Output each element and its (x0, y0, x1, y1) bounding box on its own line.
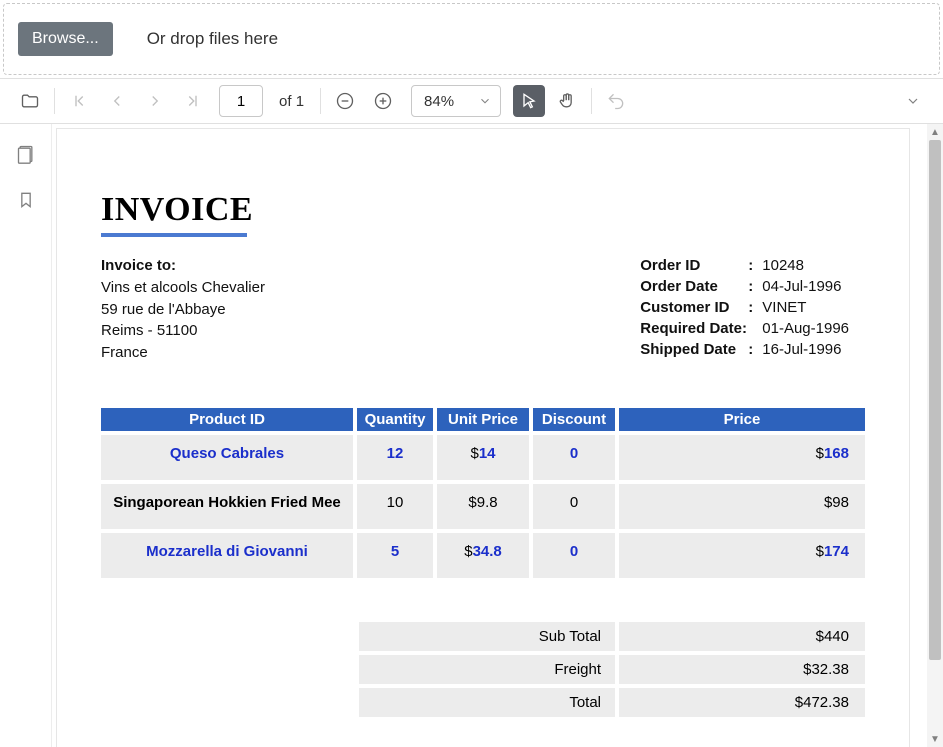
side-panel (0, 124, 52, 747)
subtotal-value: $440 (615, 622, 865, 651)
shipped-date-value: 16-Jul-1996 (762, 339, 841, 360)
bill-to-street: 59 rue de l'Abbaye (101, 299, 265, 321)
table-row: Singaporean Hokkien Fried Mee10$9.80$98 (101, 480, 865, 529)
browse-button[interactable]: Browse... (18, 22, 113, 56)
scroll-thumb[interactable] (929, 140, 941, 660)
bill-to-name: Vins et alcools Chevalier (101, 277, 265, 299)
viewer-toolbar: of 1 84% (0, 78, 943, 124)
page-number-input[interactable] (219, 85, 263, 117)
next-page-icon[interactable] (139, 85, 171, 117)
chevron-down-icon (478, 94, 492, 108)
customer-id-label: Customer ID (640, 297, 748, 318)
bill-to-city: Reims - 51100 (101, 320, 265, 342)
separator (320, 88, 321, 114)
order-date-value: 04-Jul-1996 (762, 276, 841, 297)
cell-unit-price: $34.8 (437, 529, 533, 578)
cell-unit-price: $9.8 (437, 480, 533, 529)
separator (54, 88, 55, 114)
cell-product-id: Singaporean Hokkien Fried Mee (101, 480, 357, 529)
totals-block: Sub Total$440 Freight$32.38 Total$472.38 (359, 618, 865, 717)
thumbnails-icon[interactable] (16, 144, 36, 164)
main-area: INVOICE Invoice to: Vins et alcools Chev… (0, 124, 943, 747)
title-underline (101, 233, 247, 237)
zoom-dropdown[interactable]: 84% (411, 85, 501, 117)
table-row: Queso Cabrales12$140$168 (101, 431, 865, 480)
zoom-value: 84% (424, 93, 454, 110)
order-id-label: Order ID (640, 255, 748, 276)
col-price: Price (619, 408, 865, 431)
bill-to-block: Invoice to: Vins et alcools Chevalier 59… (101, 255, 265, 364)
cell-price: $98 (619, 480, 865, 529)
shipped-date-label: Shipped Date (640, 339, 748, 360)
cell-quantity: 10 (357, 480, 437, 529)
order-date-label: Order Date (640, 276, 748, 297)
col-discount: Discount (533, 408, 619, 431)
table-row: Mozzarella di Giovanni5$34.80$174 (101, 529, 865, 578)
freight-label: Freight (359, 655, 615, 684)
cell-discount: 0 (533, 431, 619, 480)
file-dropzone[interactable]: Browse... Or drop files here (3, 3, 940, 75)
required-date-value: 01-Aug-1996 (762, 318, 849, 339)
line-items-table: Product ID Quantity Unit Price Discount … (101, 408, 865, 578)
first-page-icon[interactable] (63, 85, 95, 117)
cell-discount: 0 (533, 529, 619, 578)
zoom-out-icon[interactable] (329, 85, 361, 117)
document-viewer[interactable]: INVOICE Invoice to: Vins et alcools Chev… (52, 124, 943, 747)
prev-page-icon[interactable] (101, 85, 133, 117)
vertical-scrollbar[interactable]: ▲ ▼ (927, 124, 943, 747)
cell-price: $168 (619, 431, 865, 480)
cell-quantity: 5 (357, 529, 437, 578)
page-total-prefix: of (279, 93, 292, 110)
cell-product-id: Queso Cabrales (101, 431, 357, 480)
invoice-page: INVOICE Invoice to: Vins et alcools Chev… (56, 128, 910, 747)
selection-tool-icon[interactable] (513, 85, 545, 117)
freight-value: $32.38 (615, 655, 865, 684)
invoice-title: INVOICE (101, 191, 909, 229)
total-value: $472.38 (615, 688, 865, 717)
order-meta-block: Order ID:10248 Order Date:04-Jul-1996 Cu… (640, 255, 849, 364)
last-page-icon[interactable] (177, 85, 209, 117)
col-unit-price: Unit Price (437, 408, 533, 431)
undo-icon[interactable] (600, 85, 632, 117)
pan-tool-icon[interactable] (551, 85, 583, 117)
open-file-icon[interactable] (14, 85, 46, 117)
cell-discount: 0 (533, 480, 619, 529)
zoom-in-icon[interactable] (367, 85, 399, 117)
scroll-down-icon[interactable]: ▼ (927, 731, 943, 747)
table-header-row: Product ID Quantity Unit Price Discount … (101, 408, 865, 431)
scroll-up-icon[interactable]: ▲ (927, 124, 943, 140)
total-label: Total (359, 688, 615, 717)
subtotal-label: Sub Total (359, 622, 615, 651)
page-total-value: 1 (296, 93, 304, 110)
dropzone-hint: Or drop files here (147, 29, 278, 49)
separator (591, 88, 592, 114)
page-total-label: of 1 (279, 93, 304, 110)
bill-to-country: France (101, 342, 265, 364)
bookmarks-icon[interactable] (16, 190, 36, 210)
order-id-value: 10248 (762, 255, 804, 276)
customer-id-value: VINET (762, 297, 806, 318)
collapse-toolbar-icon[interactable] (897, 85, 929, 117)
col-quantity: Quantity (357, 408, 437, 431)
col-product-id: Product ID (101, 408, 357, 431)
cell-price: $174 (619, 529, 865, 578)
cell-quantity: 12 (357, 431, 437, 480)
bill-to-label: Invoice to: (101, 255, 265, 277)
cell-product-id: Mozzarella di Giovanni (101, 529, 357, 578)
cell-unit-price: $14 (437, 431, 533, 480)
required-date-label: Required Date: (640, 318, 758, 339)
